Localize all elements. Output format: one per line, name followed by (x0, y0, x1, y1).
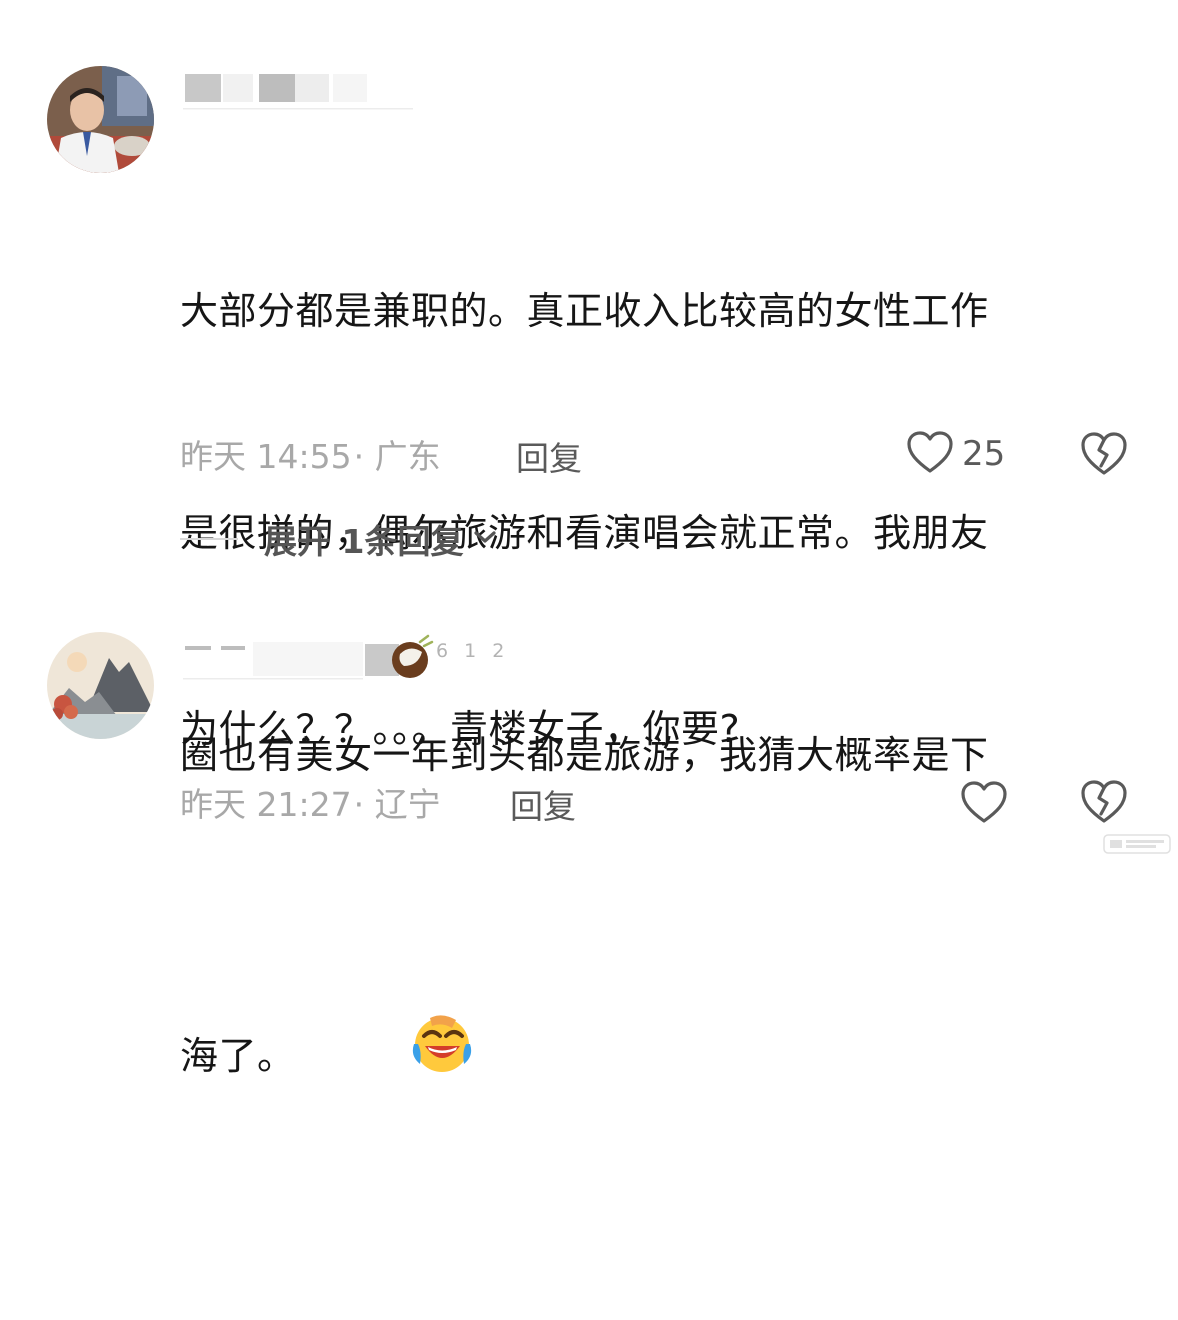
comment-meta: 昨天 21:27 · 辽宁 (180, 778, 441, 826)
comment-location: · 辽宁 (353, 785, 441, 824)
badge-number: 6 1 2 (436, 640, 510, 662)
broken-heart-outline-icon (1080, 780, 1128, 828)
watermark (1102, 831, 1172, 857)
dislike-button[interactable] (1080, 778, 1128, 828)
laughing-crying-emoji (312, 940, 473, 1172)
like-button[interactable] (960, 780, 1008, 828)
comment-time: 昨天 21:27 (180, 785, 352, 824)
comment-2: 6 1 2 为什么？？。。。青楼女子，你要? 昨天 21:27 · 辽宁 回复 (0, 0, 1178, 863)
avatar[interactable] (47, 632, 154, 739)
heart-outline-icon (960, 780, 1008, 828)
comment-text: 为什么？？。。。青楼女子，你要? (180, 707, 741, 751)
coconut-icon (390, 634, 434, 684)
reply-button[interactable]: 回复 (510, 780, 576, 828)
comment-text-line: 海了。 (180, 1034, 296, 1078)
